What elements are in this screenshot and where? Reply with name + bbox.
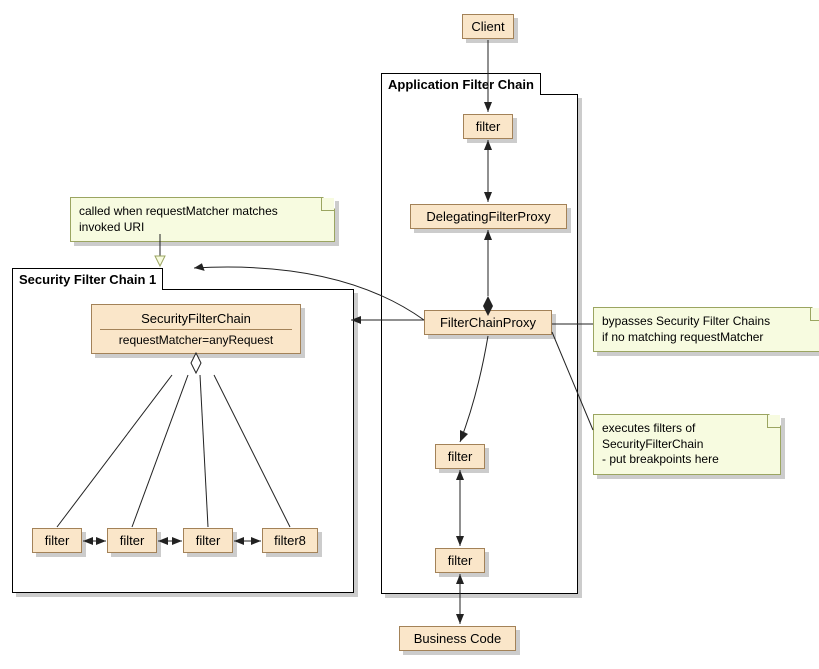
node-filter-chain-proxy: FilterChainProxy <box>424 310 552 335</box>
label: SecurityFilterChain <box>100 311 292 330</box>
label: DelegatingFilterProxy <box>426 209 550 224</box>
node-filter: filter <box>183 528 233 553</box>
node-delegating-filter-proxy: DelegatingFilterProxy <box>410 204 567 229</box>
label: filter8 <box>274 533 306 548</box>
node-client: Client <box>462 14 514 39</box>
label: filter <box>196 533 221 548</box>
node-filter: filter <box>463 114 513 139</box>
label: Client <box>471 19 504 34</box>
package-title: Security Filter Chain 1 <box>12 268 163 290</box>
attribute: requestMatcher=anyRequest <box>100 333 292 347</box>
label: filter <box>448 449 473 464</box>
label: filter <box>120 533 145 548</box>
node-filter: filter <box>435 548 485 573</box>
node-security-filter-chain: SecurityFilterChain requestMatcher=anyRe… <box>91 304 301 354</box>
node-filter: filter8 <box>262 528 318 553</box>
note-bypasses: bypasses Security Filter Chains if no ma… <box>593 307 819 352</box>
node-filter: filter <box>435 444 485 469</box>
label: Business Code <box>414 631 501 646</box>
label: filter <box>448 553 473 568</box>
note-called-when: called when requestMatcher matches invok… <box>70 197 335 242</box>
label: filter <box>45 533 70 548</box>
label: filter <box>476 119 501 134</box>
node-filter: filter <box>107 528 157 553</box>
package-app-filter-chain: Application Filter Chain <box>381 94 578 594</box>
note-text: bypasses Security Filter Chains if no ma… <box>602 314 770 344</box>
node-filter: filter <box>32 528 82 553</box>
package-title: Application Filter Chain <box>381 73 541 95</box>
note-text: called when requestMatcher matches invok… <box>79 204 278 234</box>
node-business-code: Business Code <box>399 626 516 651</box>
note-text: executes filters of SecurityFilterChain … <box>602 421 719 466</box>
label: FilterChainProxy <box>440 315 536 330</box>
note-executes: executes filters of SecurityFilterChain … <box>593 414 781 475</box>
